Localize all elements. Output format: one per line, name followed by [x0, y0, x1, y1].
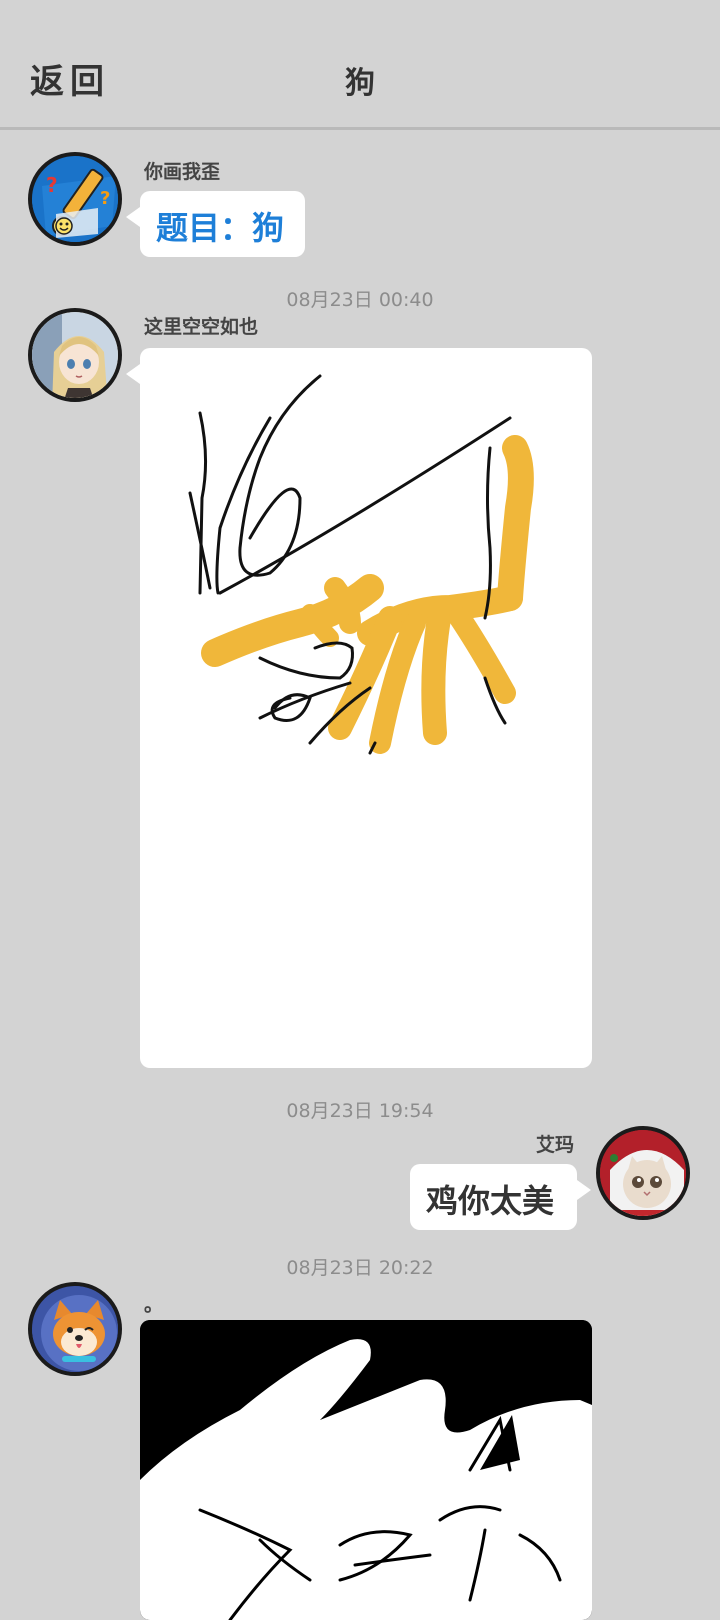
doodle-drawing	[188, 374, 534, 755]
topic-text: 题目：狗	[156, 209, 285, 247]
anime-girl-icon	[32, 312, 118, 398]
timestamp: 08月23日 20:22	[286, 1257, 434, 1279]
sender-name: 艾玛	[536, 1134, 575, 1156]
shiba-dog-icon	[32, 1286, 118, 1372]
drawing-bubble[interactable]	[126, 348, 592, 1068]
page-title: 狗	[345, 66, 375, 101]
message-text: 鸡你太美	[426, 1182, 555, 1220]
svg-text:?: ?	[46, 173, 58, 197]
doodle-drawing	[140, 1320, 592, 1620]
avatar[interactable]	[28, 308, 122, 402]
drawing-bubble[interactable]	[140, 1320, 592, 1620]
svg-text:?: ?	[100, 188, 110, 209]
pencil-game-icon: ? ?	[32, 156, 118, 242]
timestamp: 08月23日 00:40	[286, 289, 434, 311]
top-bar: 返回 狗	[0, 0, 720, 130]
cat-avatar-icon	[600, 1130, 686, 1216]
sender-name: 你画我歪	[144, 161, 221, 183]
sender-name: 。	[144, 1294, 164, 1316]
avatar[interactable]	[596, 1126, 690, 1220]
avatar[interactable]: ? ?	[28, 152, 122, 246]
sender-name: 这里空空如也	[144, 316, 259, 338]
avatar[interactable]	[28, 1282, 122, 1376]
message-bubble[interactable]: 题目：狗	[126, 191, 305, 257]
message-bubble[interactable]: 鸡你太美	[410, 1164, 591, 1230]
timestamp: 08月23日 19:54	[286, 1100, 434, 1122]
